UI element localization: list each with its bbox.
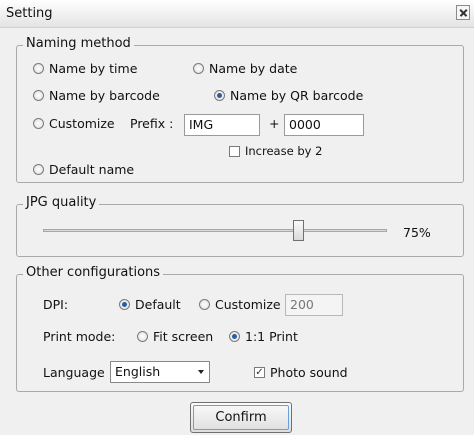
radio-label: Default: [135, 297, 181, 312]
other-configurations-group: Other configurations DPI: Default Custom…: [16, 265, 464, 392]
chevron-down-icon: [198, 370, 204, 374]
plus-label: +: [269, 116, 280, 131]
radio-customize[interactable]: Customize: [33, 116, 115, 131]
radio-indicator: [33, 164, 44, 175]
radio-name-by-barcode[interactable]: Name by barcode: [33, 88, 160, 103]
radio-label: Name by barcode: [49, 88, 160, 103]
title-bar[interactable]: Setting: [0, 0, 474, 28]
prefix-input[interactable]: IMG: [184, 114, 260, 136]
other-configurations-legend: Other configurations: [23, 265, 164, 280]
radio-indicator-selected: [214, 90, 225, 101]
radio-indicator: [193, 63, 204, 74]
radio-indicator: [33, 118, 44, 129]
settings-dialog: Setting Naming method Name by time Name …: [0, 0, 474, 435]
radio-label: 1:1 Print: [245, 329, 298, 344]
radio-indicator: [33, 90, 44, 101]
window-title: Setting: [6, 6, 53, 21]
radio-label: Customize: [215, 297, 281, 312]
radio-label: Customize: [49, 116, 115, 131]
language-selected-value: English: [115, 364, 161, 379]
checkbox-label: Photo sound: [270, 365, 348, 380]
checkbox-indicator-checked: [254, 367, 265, 378]
radio-label: Fit screen: [153, 329, 214, 344]
counter-input[interactable]: 0000: [284, 114, 364, 136]
jpg-quality-group: JPG quality 75%: [16, 195, 464, 257]
radio-default-name[interactable]: Default name: [33, 162, 134, 177]
radio-dpi-default[interactable]: Default: [119, 297, 181, 312]
radio-label: Name by QR barcode: [230, 88, 364, 103]
language-select[interactable]: English: [110, 361, 210, 383]
jpg-quality-slider-track[interactable]: [43, 229, 387, 232]
radio-print-1-1[interactable]: 1:1 Print: [229, 329, 298, 344]
radio-name-by-date[interactable]: Name by date: [193, 61, 297, 76]
radio-name-by-qr-barcode[interactable]: Name by QR barcode: [214, 88, 363, 103]
radio-name-by-time[interactable]: Name by time: [33, 61, 137, 76]
naming-method-legend: Naming method: [23, 36, 134, 51]
radio-indicator-selected: [229, 331, 240, 342]
radio-label: Default name: [49, 162, 135, 177]
increase-by-2-checkbox[interactable]: Increase by 2: [229, 144, 322, 158]
radio-label: Name by time: [49, 61, 138, 76]
print-mode-label: Print mode:: [43, 329, 116, 344]
radio-print-fit-screen[interactable]: Fit screen: [137, 329, 213, 344]
naming-method-group: Naming method Name by time Name by date …: [16, 36, 464, 183]
dpi-value-input[interactable]: 200: [285, 294, 343, 316]
dpi-label: DPI:: [43, 297, 69, 312]
checkbox-label: Increase by 2: [245, 144, 323, 158]
jpg-quality-value: 75%: [403, 225, 431, 240]
radio-indicator: [199, 299, 210, 310]
radio-indicator: [137, 331, 148, 342]
language-label: Language: [43, 365, 105, 380]
jpg-quality-legend: JPG quality: [23, 195, 100, 210]
prefix-label: Prefix :: [130, 116, 174, 131]
photo-sound-checkbox[interactable]: Photo sound: [254, 365, 348, 380]
jpg-quality-slider-thumb[interactable]: [293, 220, 304, 241]
close-icon[interactable]: [456, 5, 470, 20]
checkbox-indicator: [229, 145, 240, 157]
radio-label: Name by date: [209, 61, 298, 76]
radio-dpi-customize[interactable]: Customize: [199, 297, 281, 312]
confirm-button[interactable]: Confirm: [190, 402, 292, 433]
focus-ring: [193, 405, 289, 430]
radio-indicator-selected: [119, 299, 130, 310]
radio-indicator: [33, 63, 44, 74]
